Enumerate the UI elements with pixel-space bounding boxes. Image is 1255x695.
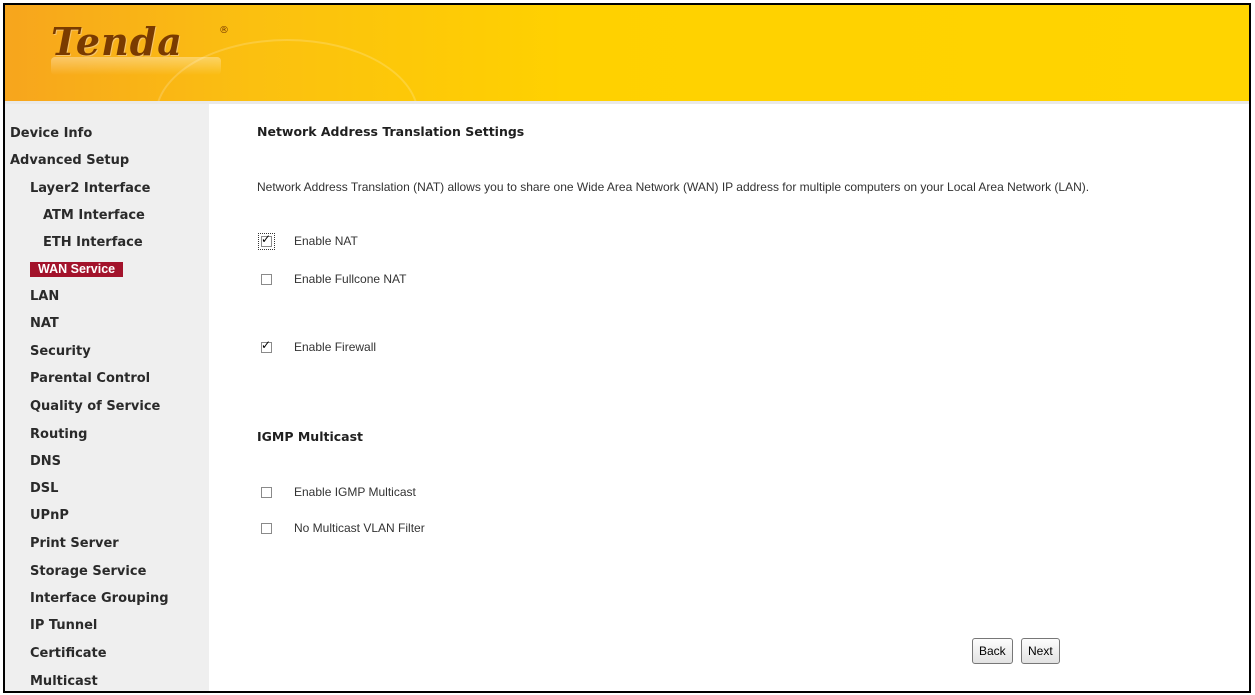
page-title: Network Address Translation Settings: [257, 124, 525, 139]
sidebar-item-atm-interface[interactable]: ATM Interface: [43, 205, 145, 227]
sidebar-item-routing[interactable]: Routing: [30, 424, 87, 446]
enable-firewall-checkbox[interactable]: ✓: [261, 338, 272, 353]
sidebar-item-print-server[interactable]: Print Server: [30, 533, 119, 555]
sidebar-item-quality-of-service[interactable]: Quality of Service: [30, 396, 160, 418]
enable-nat-label: Enable NAT: [294, 234, 358, 248]
no-multicast-vlan-filter-checkbox[interactable]: [261, 522, 272, 534]
sidebar-item-layer2-interface[interactable]: Layer2 Interface: [30, 178, 150, 200]
no-multicast-vlan-filter-option: No Multicast VLAN Filter: [261, 520, 425, 536]
enable-igmp-multicast-label: Enable IGMP Multicast: [294, 485, 416, 499]
sidebar-nav: Device Info Advanced Setup Layer2 Interf…: [5, 104, 209, 691]
sidebar-item-dns[interactable]: DNS: [30, 451, 61, 473]
check-icon: ✓: [261, 231, 272, 246]
logo-registered-mark: ®: [219, 25, 229, 36]
check-icon: ✓: [261, 337, 272, 352]
enable-igmp-multicast-checkbox[interactable]: [261, 486, 272, 498]
no-multicast-vlan-filter-label: No Multicast VLAN Filter: [294, 521, 425, 535]
back-button[interactable]: Back: [972, 638, 1013, 664]
router-admin-window: Tenda ® Device Info Advanced Setup Layer…: [3, 3, 1251, 693]
sidebar-item-ip-tunnel[interactable]: IP Tunnel: [30, 615, 97, 637]
enable-nat-option: ✓ Enable NAT: [258, 232, 358, 250]
enable-fullcone-nat-label: Enable Fullcone NAT: [294, 272, 407, 286]
sidebar-item-lan[interactable]: LAN: [30, 286, 59, 308]
nat-description: Network Address Translation (NAT) allows…: [257, 180, 1090, 194]
sidebar-item-interface-grouping[interactable]: Interface Grouping: [30, 588, 169, 610]
sidebar-item-parental-control[interactable]: Parental Control: [30, 368, 150, 390]
logo-reflection: [51, 57, 221, 75]
sidebar-item-device-info[interactable]: Device Info: [10, 123, 92, 145]
sidebar-item-dsl[interactable]: DSL: [30, 478, 58, 500]
igmp-multicast-heading: IGMP Multicast: [257, 429, 364, 444]
enable-fullcone-nat-option: Enable Fullcone NAT: [261, 271, 407, 287]
sidebar-item-eth-interface[interactable]: ETH Interface: [43, 232, 143, 254]
enable-nat-checkbox[interactable]: ✓: [258, 232, 275, 250]
enable-igmp-multicast-option: Enable IGMP Multicast: [261, 484, 416, 500]
main-content: Network Address Translation Settings Net…: [209, 104, 1249, 691]
enable-fullcone-nat-checkbox[interactable]: [261, 273, 272, 285]
sidebar-item-certificate[interactable]: Certificate: [30, 643, 107, 665]
header-banner: Tenda ®: [5, 5, 1249, 104]
sidebar-item-wan-service[interactable]: WAN Service: [30, 262, 124, 277]
sidebar-item-multicast[interactable]: Multicast: [30, 671, 98, 691]
sidebar-item-advanced-setup[interactable]: Advanced Setup: [10, 150, 129, 172]
next-button[interactable]: Next: [1021, 638, 1060, 664]
sidebar-item-upnp[interactable]: UPnP: [30, 505, 69, 527]
enable-firewall-option: ✓ Enable Firewall: [261, 338, 377, 355]
sidebar-item-security[interactable]: Security: [30, 341, 91, 363]
sidebar-item-nat[interactable]: NAT: [30, 313, 59, 335]
enable-firewall-label: Enable Firewall: [294, 340, 377, 354]
sidebar-item-storage-service[interactable]: Storage Service: [30, 561, 146, 583]
